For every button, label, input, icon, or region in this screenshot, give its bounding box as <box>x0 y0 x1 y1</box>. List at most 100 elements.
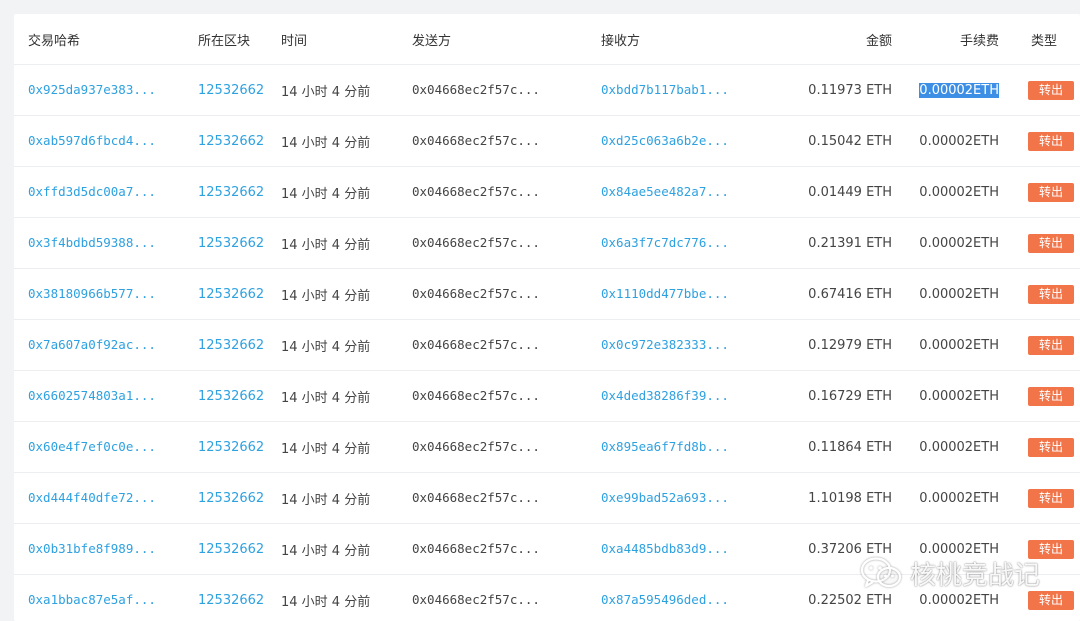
table-row[interactable]: 0x7a607a0f92ac... 12532662 14 小时 4 分前 0x046… <box>14 319 1080 371</box>
table-header-row: 交易哈希 所在区块 时间 发送方 接收方 金额 手续费 类型 <box>14 14 1080 65</box>
header-hash: 交易哈希 <box>28 33 81 49</box>
header-block: 所在区块 <box>198 33 251 49</box>
to-address-link[interactable]: 0xbdd7b117bab1... <box>601 82 729 97</box>
tx-amount: 0.67416 ETH <box>808 286 892 302</box>
block-link[interactable]: 12532662 <box>198 389 264 404</box>
table-body: 0x925da937e383... 12532662 14 小时 4 分前 0x046… <box>14 64 1080 621</box>
tx-hash-link[interactable]: 0x7a607a0f92ac... <box>28 337 156 352</box>
tx-fee: 0.00002ETH <box>919 439 999 455</box>
tx-hash-link[interactable]: 0xa1bbac87e5af... <box>28 592 156 607</box>
tx-time: 14 小时 4 分前 <box>281 543 371 559</box>
from-address: 0x04668ec2f57c... <box>412 388 540 403</box>
page: 交易哈希 所在区块 时间 发送方 接收方 金额 手续费 类型 0x925da93… <box>0 0 1080 621</box>
tx-amount: 1.10198 ETH <box>808 490 892 506</box>
block-link[interactable]: 12532662 <box>198 83 264 98</box>
block-link[interactable]: 12532662 <box>198 593 264 608</box>
tx-fee: 0.00002ETH <box>919 388 999 404</box>
type-badge: 转出 <box>1028 488 1074 508</box>
header-type: 类型 <box>1031 33 1058 49</box>
from-address: 0x04668ec2f57c... <box>412 592 540 607</box>
tx-fee: 0.00002ETH <box>919 490 999 506</box>
table-row[interactable]: 0x925da937e383... 12532662 14 小时 4 分前 0x046… <box>14 64 1080 116</box>
from-address: 0x04668ec2f57c... <box>412 235 540 250</box>
tx-hash-link[interactable]: 0x925da937e383... <box>28 82 156 97</box>
transactions-table: 交易哈希 所在区块 时间 发送方 接收方 金额 手续费 类型 0x925da93… <box>14 14 1080 621</box>
header-to: 接收方 <box>601 33 641 49</box>
type-badge: 转出 <box>1028 539 1074 559</box>
from-address: 0x04668ec2f57c... <box>412 184 540 199</box>
tx-hash-link[interactable]: 0x3f4bdbd59388... <box>28 235 156 250</box>
table-row[interactable]: 0x60e4f7ef0c0e... 12532662 14 小时 4 分前 0x046… <box>14 421 1080 473</box>
to-address-link[interactable]: 0x87a595496ded... <box>601 592 729 607</box>
tx-amount: 0.21391 ETH <box>808 235 892 251</box>
tx-hash-link[interactable]: 0xd444f40dfe72... <box>28 490 156 505</box>
type-badge: 转出 <box>1028 80 1074 100</box>
block-link[interactable]: 12532662 <box>198 440 264 455</box>
tx-amount: 0.11864 ETH <box>808 439 892 455</box>
table-row[interactable]: 0xa1bbac87e5af... 12532662 14 小时 4 分前 0x046… <box>14 574 1080 621</box>
header-from: 发送方 <box>412 33 452 49</box>
tx-hash-link[interactable]: 0xffd3d5dc00a7... <box>28 184 156 199</box>
tx-fee: 0.00002ETH <box>919 184 999 200</box>
transactions-card: 交易哈希 所在区块 时间 发送方 接收方 金额 手续费 类型 0x925da93… <box>14 14 1080 621</box>
tx-time: 14 小时 4 分前 <box>281 84 371 100</box>
header-fee: 手续费 <box>959 33 999 49</box>
from-address: 0x04668ec2f57c... <box>412 286 540 301</box>
to-address-link[interactable]: 0xa4485bdb83d9... <box>601 541 729 556</box>
tx-time: 14 小时 4 分前 <box>281 390 371 406</box>
header-time: 时间 <box>281 33 308 49</box>
tx-fee: 0.00002ETH <box>919 592 999 608</box>
tx-fee: 0.00002ETH <box>919 541 999 557</box>
type-badge: 转出 <box>1028 233 1074 253</box>
block-link[interactable]: 12532662 <box>198 287 264 302</box>
table-row[interactable]: 0x3f4bdbd59388... 12532662 14 小时 4 分前 0x046… <box>14 217 1080 269</box>
tx-hash-link[interactable]: 0x38180966b577... <box>28 286 156 301</box>
table-row[interactable]: 0xab597d6fbcd4... 12532662 14 小时 4 分前 0x046… <box>14 115 1080 167</box>
tx-time: 14 小时 4 分前 <box>281 441 371 457</box>
tx-time: 14 小时 4 分前 <box>281 594 371 610</box>
tx-amount: 0.22502 ETH <box>808 592 892 608</box>
to-address-link[interactable]: 0x0c972e382333... <box>601 337 729 352</box>
from-address: 0x04668ec2f57c... <box>412 337 540 352</box>
to-address-link[interactable]: 0x4ded38286f39... <box>601 388 729 403</box>
tx-time: 14 小时 4 分前 <box>281 237 371 253</box>
tx-time: 14 小时 4 分前 <box>281 339 371 355</box>
from-address: 0x04668ec2f57c... <box>412 439 540 454</box>
to-address-link[interactable]: 0x1110dd477bbe... <box>601 286 729 301</box>
tx-time: 14 小时 4 分前 <box>281 492 371 508</box>
tx-hash-link[interactable]: 0x6602574803a1... <box>28 388 156 403</box>
to-address-link[interactable]: 0x84ae5ee482a7... <box>601 184 729 199</box>
tx-amount: 0.12979 ETH <box>808 337 892 353</box>
tx-fee: 0.00002ETH <box>919 337 999 353</box>
table-row[interactable]: 0xd444f40dfe72... 12532662 14 小时 4 分前 0x046… <box>14 472 1080 524</box>
block-link[interactable]: 12532662 <box>198 236 264 251</box>
block-link[interactable]: 12532662 <box>198 491 264 506</box>
to-address-link[interactable]: 0xe99bad52a693... <box>601 490 729 505</box>
tx-time: 14 小时 4 分前 <box>281 288 371 304</box>
to-address-link[interactable]: 0xd25c063a6b2e... <box>601 133 729 148</box>
tx-hash-link[interactable]: 0xab597d6fbcd4... <box>28 133 156 148</box>
block-link[interactable]: 12532662 <box>198 134 264 149</box>
header-amount: 金额 <box>865 33 892 49</box>
type-badge: 转出 <box>1028 182 1074 202</box>
tx-amount: 0.11973 ETH <box>808 82 892 98</box>
table-row[interactable]: 0x0b31bfe8f989... 12532662 14 小时 4 分前 0x046… <box>14 523 1080 575</box>
block-link[interactable]: 12532662 <box>198 338 264 353</box>
to-address-link[interactable]: 0x895ea6f7fd8b... <box>601 439 729 454</box>
type-badge: 转出 <box>1028 335 1074 355</box>
from-address: 0x04668ec2f57c... <box>412 490 540 505</box>
block-link[interactable]: 12532662 <box>198 542 264 557</box>
tx-hash-link[interactable]: 0x60e4f7ef0c0e... <box>28 439 156 454</box>
tx-hash-link[interactable]: 0x0b31bfe8f989... <box>28 541 156 556</box>
from-address: 0x04668ec2f57c... <box>412 82 540 97</box>
table-row[interactable]: 0x6602574803a1... 12532662 14 小时 4 分前 0x046… <box>14 370 1080 422</box>
table-row[interactable]: 0xffd3d5dc00a7... 12532662 14 小时 4 分前 0x046… <box>14 166 1080 218</box>
tx-fee: 0.00002ETH <box>919 133 999 149</box>
block-link[interactable]: 12532662 <box>198 185 264 200</box>
to-address-link[interactable]: 0x6a3f7c7dc776... <box>601 235 729 250</box>
tx-fee: 0.00002ETH <box>919 82 999 98</box>
tx-amount: 0.01449 ETH <box>808 184 892 200</box>
tx-fee: 0.00002ETH <box>919 235 999 251</box>
type-badge: 转出 <box>1028 131 1074 151</box>
table-row[interactable]: 0x38180966b577... 12532662 14 小时 4 分前 0x046… <box>14 268 1080 320</box>
